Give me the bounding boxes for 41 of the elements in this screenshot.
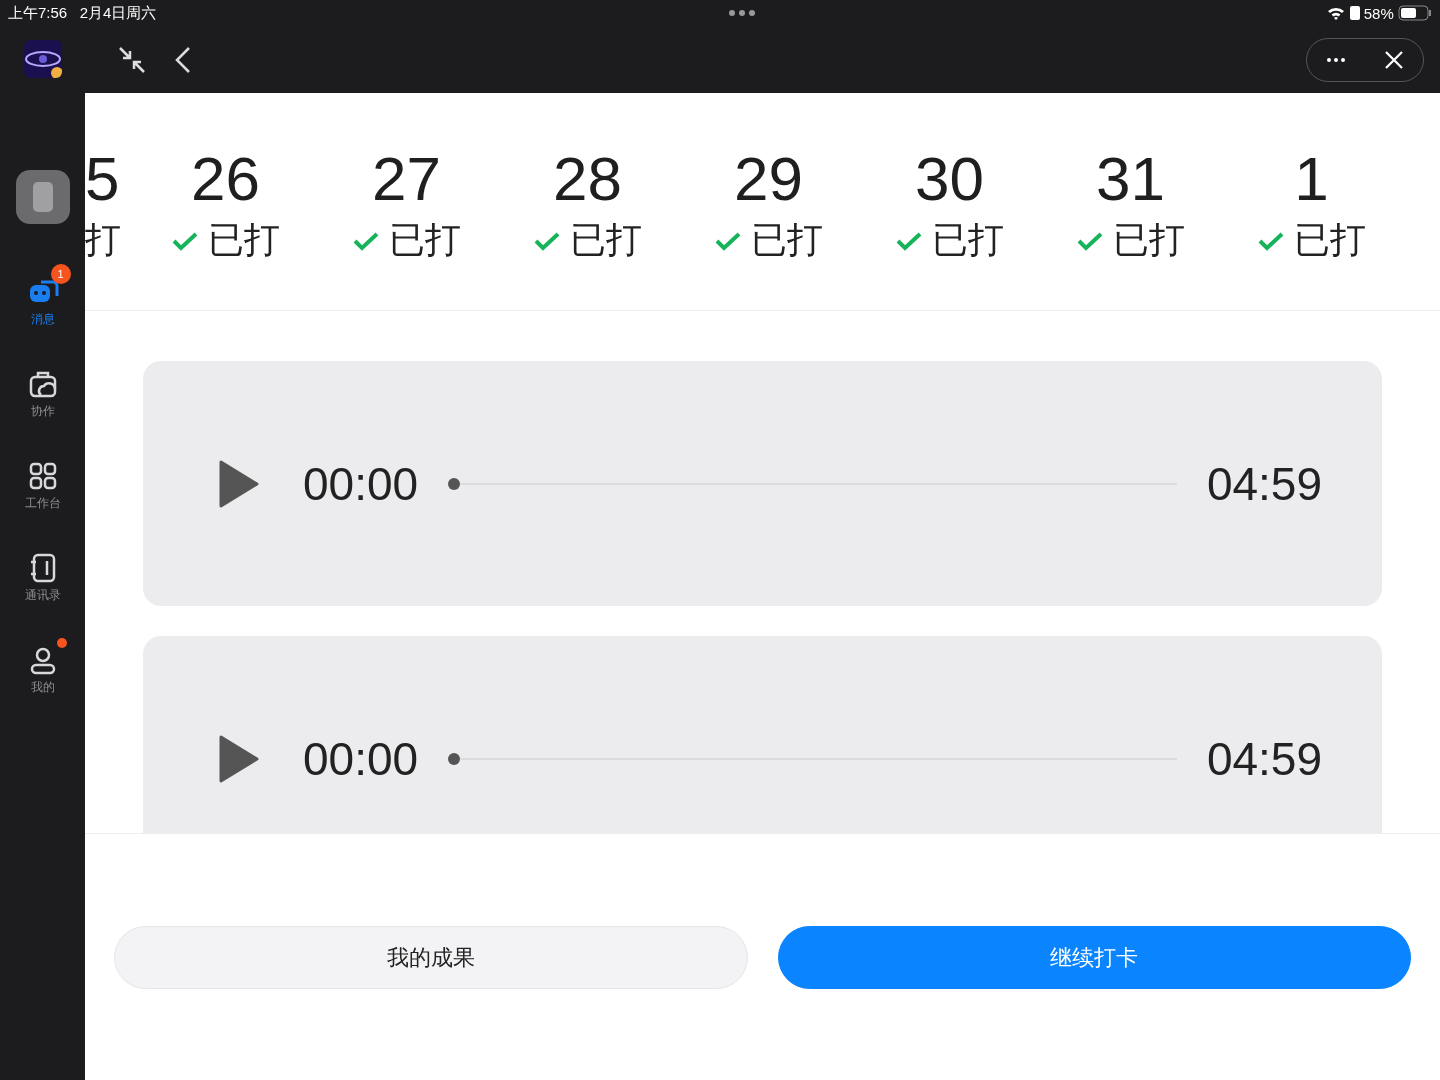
day-number: 26 xyxy=(191,148,260,210)
lock-rotation-icon xyxy=(1349,6,1360,20)
sidebar-tab[interactable]: 工作台 xyxy=(12,448,73,512)
day-number: 30 xyxy=(915,148,984,210)
sidebar-tab[interactable]: 协作 xyxy=(14,356,71,420)
status-date: 2月4日周六 xyxy=(79,3,157,23)
multitasking-dots-icon[interactable] xyxy=(728,10,755,16)
checkin-status: 已打 xyxy=(750,218,823,262)
play-icon[interactable] xyxy=(219,459,259,508)
battery-percent: 58% xyxy=(1363,4,1394,22)
checkin-status: 已打 xyxy=(931,218,1004,262)
total-duration: 04:59 xyxy=(1206,731,1322,786)
progress-thumb[interactable] xyxy=(448,477,461,490)
continue-checkin-button[interactable]: 继续打卡 xyxy=(777,926,1411,989)
current-time: 00:00 xyxy=(303,731,419,786)
total-duration: 04:59 xyxy=(1206,456,1322,511)
floating-window-button[interactable] xyxy=(15,170,70,224)
sidebar-tab[interactable]: 通讯录 xyxy=(12,540,73,604)
checkin-status: 已打 xyxy=(207,218,280,262)
day-number: 29 xyxy=(734,148,803,210)
checkin-status: 打 xyxy=(85,218,121,262)
day-number: 1 xyxy=(1294,148,1329,210)
app-logo-icon[interactable] xyxy=(23,40,62,78)
day-number: 28 xyxy=(553,148,622,210)
wifi-icon xyxy=(1327,6,1346,20)
progress-thumb[interactable] xyxy=(448,752,461,765)
results-button[interactable]: 我的成果 xyxy=(114,926,748,989)
day-number: 27 xyxy=(372,148,441,210)
unread-badge: 1 xyxy=(50,264,71,284)
sidebar-tab[interactable]: 消息 1 xyxy=(14,264,71,328)
sidebar-tab[interactable]: 我的 xyxy=(14,632,71,696)
checkin-status: 已打 xyxy=(388,218,461,262)
checkin-status: 已打 xyxy=(1112,218,1185,262)
battery-icon xyxy=(1398,5,1432,21)
day-number: 31 xyxy=(1096,148,1165,210)
checkin-status: 已打 xyxy=(569,218,642,262)
play-icon[interactable] xyxy=(219,734,259,783)
status-time: 上午7:56 xyxy=(8,3,68,23)
current-time: 00:00 xyxy=(303,456,419,511)
checkin-status: 已打 xyxy=(1293,218,1366,262)
day-number: 5 xyxy=(85,148,120,210)
